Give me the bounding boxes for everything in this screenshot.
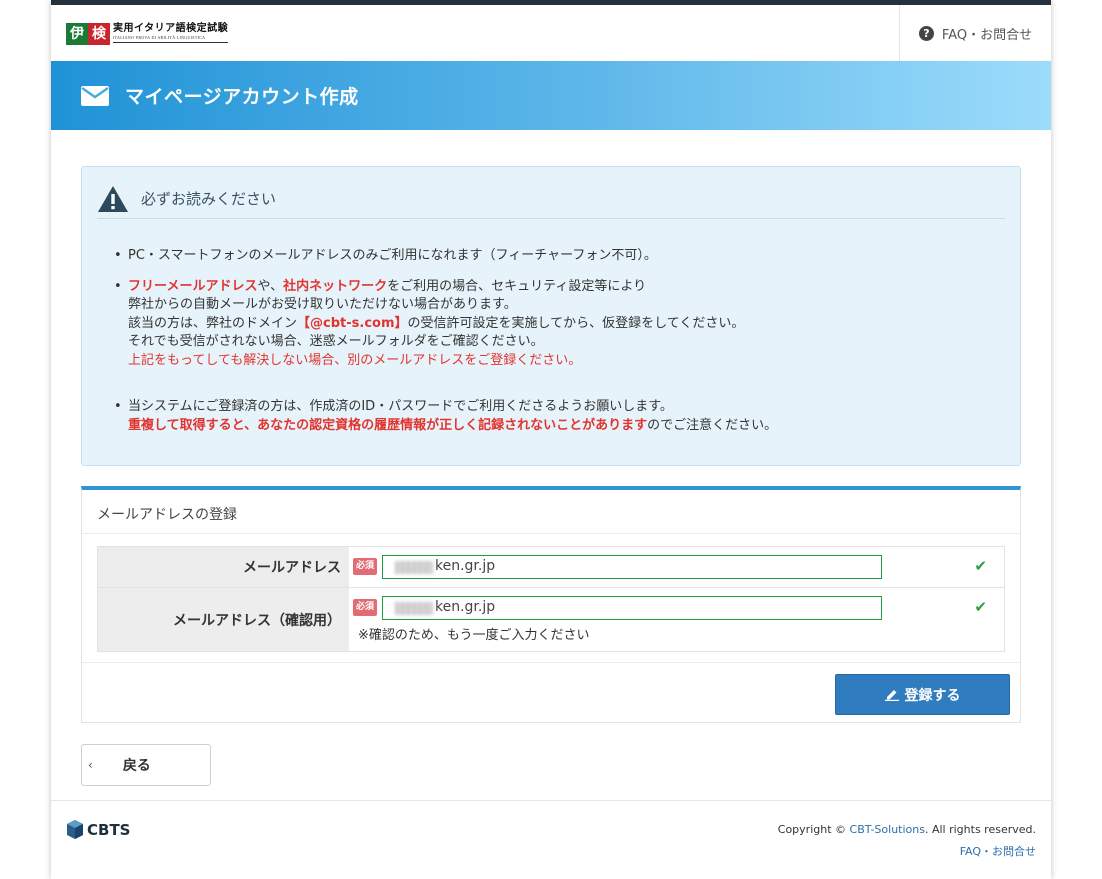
form-row-email: メールアドレス 必須 ken.gr.jp ✔ — [98, 547, 1004, 588]
check-icon: ✔ — [974, 598, 987, 616]
confirm-hint: ※確認のため、もう一度ご入力ください — [358, 628, 590, 643]
registration-title: メールアドレスの登録 — [82, 490, 1020, 534]
notice-text: や、 — [257, 278, 284, 294]
redacted-text — [395, 602, 433, 615]
logo-title: 実用イタリア語検定試験 — [113, 23, 229, 34]
notice-item: 当システムにご登録済の方は、作成済のID・パスワードでご利用くださるようお願いし… — [112, 398, 992, 435]
email-field-value: ken.gr.jp — [435, 558, 496, 574]
cbts-logo[interactable]: CBTS — [65, 818, 155, 844]
back-button-label: 戻る — [122, 758, 151, 774]
logo-mark: 伊 検 — [66, 23, 110, 45]
back-button[interactable]: ‹ 戻る — [81, 744, 211, 786]
notice-text: 該当の方は、弊社のドメイン — [128, 315, 298, 331]
chevron-left-icon: ‹ — [88, 758, 93, 772]
page-shell: 伊 検 実用イタリア語検定試験 ITALIANO·PROVA DI ABILIT… — [51, 0, 1051, 879]
footer-faq-link[interactable]: FAQ・お問合せ — [960, 843, 1036, 859]
email-confirm-field-cell: 必須 ken.gr.jp ✔ ※確認のため、もう一度ご入力ください — [349, 588, 1004, 651]
email-label: メールアドレス — [98, 547, 349, 587]
notice-text: 当システムにご登録済の方は、作成済のID・パスワードでご利用くださるようお願いし… — [128, 399, 673, 414]
copyright-post: . All rights reserved. — [924, 823, 1036, 836]
copyright-pre: Copyright © — [777, 823, 850, 836]
question-circle-icon: ? — [918, 25, 934, 41]
register-button-label: 登録する — [904, 687, 961, 704]
envelope-icon — [81, 85, 109, 106]
notice-list: PC・スマートフォンのメールアドレスのみご利用になれます（フィーチャーフォン不可… — [112, 247, 992, 435]
notice-item: フリーメールアドレスや、社内ネットワークをご利用の場合、セキュリティ設定等により… — [112, 278, 992, 371]
notice-text: の受信許可設定を実施してから、仮登録をしてください。 — [407, 315, 745, 331]
form-row-email-confirm: メールアドレス（確認用） 必須 ken.gr.jp ✔ ※確認のため、もう一度ご… — [98, 588, 1004, 651]
page-banner: マイページアカウント作成 — [51, 61, 1051, 130]
email-field-cell: 必須 ken.gr.jp ✔ — [349, 547, 1004, 587]
registration-actions: 登録する — [82, 662, 1020, 723]
header-faq-label: FAQ・お問合せ — [941, 27, 1033, 43]
copyright: Copyright © CBT-Solutions. All rights re… — [778, 823, 1036, 836]
email-confirm-field[interactable]: ken.gr.jp — [382, 596, 882, 620]
notice-text: のでご注意ください。 — [647, 417, 778, 433]
cbt-solutions-link[interactable]: CBT-Solutions — [850, 823, 925, 836]
logo-kanji-1: 伊 — [66, 23, 88, 45]
notice-title: 必ずお読みください — [141, 190, 277, 208]
logo-text: 実用イタリア語検定試験 ITALIANO·PROVA DI ABILITÀ LI… — [113, 23, 229, 43]
required-badge: 必須 — [353, 558, 377, 575]
cbts-logo-text: CBTS — [87, 821, 130, 839]
notice-domain: 【@cbt-s.com】 — [297, 315, 408, 331]
header-faq-link[interactable]: ? FAQ・お問合せ — [899, 5, 1051, 61]
required-badge: 必須 — [353, 599, 377, 616]
logo-kanji-2: 検 — [88, 23, 110, 45]
notice-text: 弊社からの自動メールがお受け取りいただけない場合があります。 — [128, 297, 517, 312]
page-title: マイページアカウント作成 — [125, 86, 359, 108]
register-button[interactable]: 登録する — [835, 674, 1010, 715]
site-logo[interactable]: 伊 検 実用イタリア語検定試験 ITALIANO·PROVA DI ABILIT… — [66, 23, 229, 49]
site-header: 伊 検 実用イタリア語検定試験 ITALIANO·PROVA DI ABILIT… — [51, 5, 1051, 61]
notice-highlight: 社内ネットワーク — [283, 278, 388, 294]
email-confirm-label: メールアドレス（確認用） — [98, 588, 349, 651]
notice-text: をご利用の場合、セキュリティ設定等により — [387, 278, 647, 294]
site-footer: CBTS Copyright © CBT-Solutions. All righ… — [51, 800, 1051, 879]
notice-text: それでも受信がされない場合、迷惑メールフォルダをご確認ください。 — [128, 334, 544, 349]
check-icon: ✔ — [974, 557, 987, 575]
registration-panel: メールアドレスの登録 メールアドレス 必須 ken.gr.jp ✔ メールアドレ… — [81, 486, 1021, 723]
notice-item-text: PC・スマートフォンのメールアドレスのみご利用になれます（フィーチャーフォン不可… — [128, 248, 657, 263]
email-confirm-field-value: ken.gr.jp — [435, 599, 496, 615]
registration-form: メールアドレス 必須 ken.gr.jp ✔ メールアドレス（確認用） 必須 k… — [97, 546, 1005, 652]
notice-item: PC・スマートフォンのメールアドレスのみご利用になれます（フィーチャーフォン不可… — [112, 247, 992, 266]
notice-highlight: フリーメールアドレス — [128, 278, 258, 294]
notice-header: 必ずお読みください — [97, 179, 1005, 219]
warning-triangle-icon — [98, 185, 128, 212]
edit-icon — [884, 690, 899, 701]
email-field[interactable]: ken.gr.jp — [382, 555, 882, 579]
logo-subtitle: ITALIANO·PROVA DI ABILITÀ LINGUISTICA — [113, 35, 206, 40]
notice-highlight: 重複して取得すると、あなたの認定資格の履歴情報が正しく記録されないことがあります — [128, 417, 648, 433]
redacted-text — [395, 561, 433, 574]
notice-warning-text: 上記をもってしても解決しない場合、別のメールアドレスをご登録ください。 — [128, 352, 582, 368]
notice-box: 必ずお読みください PC・スマートフォンのメールアドレスのみご利用になれます（フ… — [81, 166, 1021, 466]
